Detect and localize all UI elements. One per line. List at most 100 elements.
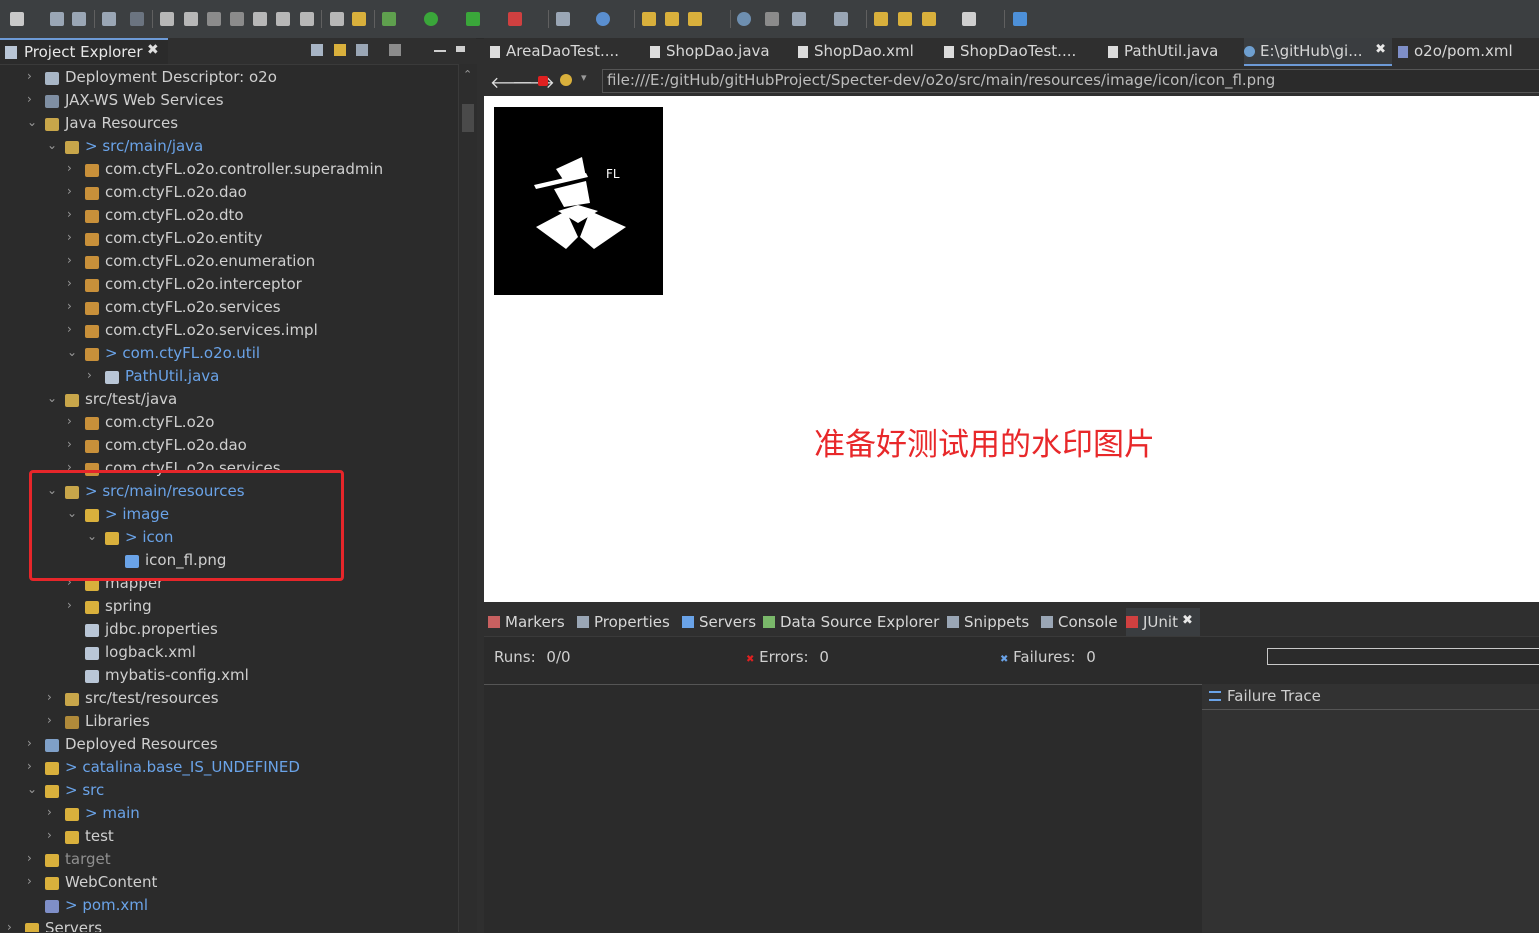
tree-item[interactable]: › com.ctyFL.o2o.interceptor [0, 274, 458, 297]
chevron-right-icon[interactable]: › [47, 828, 59, 842]
chevron-right-icon[interactable]: › [7, 920, 19, 932]
tree-item[interactable]: › Deployed Resources [0, 734, 458, 757]
tree-item[interactable]: ⌄ > src [0, 780, 458, 803]
gear-icon[interactable] [765, 12, 779, 26]
chevron-right-icon[interactable]: › [67, 598, 79, 612]
tree-item[interactable]: › spring [0, 596, 458, 619]
chevron-right-icon[interactable]: › [67, 161, 79, 175]
close-icon[interactable]: ✖ [1375, 42, 1386, 57]
chevron-right-icon[interactable]: › [67, 253, 79, 267]
disconnect-icon[interactable] [230, 12, 244, 26]
bottom-tab[interactable]: Markers [488, 608, 572, 636]
new-web-service-icon[interactable] [596, 12, 610, 26]
tree-item[interactable]: › > main [0, 803, 458, 826]
bottom-tab[interactable]: Data Source Explorer [763, 608, 943, 636]
url-input[interactable]: file:///E:/gitHub/gitHubProject/Specter-… [602, 69, 1539, 93]
tree-item[interactable]: ⌄ > com.ctyFL.o2o.util [0, 343, 458, 366]
resume-icon[interactable] [160, 12, 174, 26]
chevron-right-icon[interactable]: › [47, 713, 59, 727]
next-annotation-icon[interactable] [898, 12, 912, 26]
bottom-tab[interactable]: Servers [682, 608, 758, 636]
tree-item[interactable]: › WebContent [0, 872, 458, 895]
editor-tab[interactable]: ShopDao.java [650, 38, 790, 66]
project-explorer-tab[interactable]: Project Explorer ✖ [0, 38, 168, 64]
tree-item[interactable]: › Deployment Descriptor: o2o [0, 67, 458, 90]
prev-annotation-icon[interactable] [874, 12, 888, 26]
tree-item[interactable]: › com.ctyFL.o2o.services [0, 297, 458, 320]
annotation-icon[interactable] [792, 12, 806, 26]
tree-scrollbar[interactable]: ⌃ [458, 64, 477, 932]
link-with-editor-icon[interactable] [334, 44, 346, 56]
skip-breakpoints-icon[interactable] [130, 12, 144, 26]
bottom-tab[interactable]: Properties [577, 608, 677, 636]
chevron-right-icon[interactable]: › [27, 736, 39, 750]
tree-item[interactable]: logback.xml [0, 642, 458, 665]
tree-item[interactable]: jdbc.properties [0, 619, 458, 642]
chevron-right-icon[interactable]: › [47, 690, 59, 704]
chevron-right-icon[interactable]: › [27, 92, 39, 106]
tree-item[interactable]: › com.ctyFL.o2o.services.impl [0, 320, 458, 343]
pin-editor-icon[interactable] [834, 12, 848, 26]
chevron-right-icon[interactable]: › [67, 207, 79, 221]
chevron-down-icon[interactable]: ⌄ [47, 391, 59, 405]
forward-icon[interactable] [962, 12, 976, 26]
chevron-right-icon[interactable]: › [67, 184, 79, 198]
chevron-right-icon[interactable]: › [47, 805, 59, 819]
tree-item[interactable]: › com.ctyFL.o2o [0, 412, 458, 435]
chevron-right-icon[interactable]: › [27, 851, 39, 865]
tree-item[interactable]: ⌄ src/test/java [0, 389, 458, 412]
refresh-icon[interactable] [560, 74, 572, 86]
test-run-list[interactable] [484, 684, 1202, 933]
tree-item[interactable]: › com.ctyFL.o2o.enumeration [0, 251, 458, 274]
close-icon[interactable]: ✖ [1182, 613, 1193, 628]
step-return-icon[interactable] [300, 12, 314, 26]
tree-item[interactable]: ⌄ > src/main/java [0, 136, 458, 159]
chevron-right-icon[interactable]: › [27, 69, 39, 83]
back-icon[interactable] [922, 12, 936, 26]
open-perspective-icon[interactable] [1013, 12, 1027, 26]
chevron-right-icon[interactable]: › [67, 299, 79, 313]
tree-item[interactable]: > pom.xml [0, 895, 458, 918]
tree-item[interactable]: › > catalina.base_IS_UNDEFINED [0, 757, 458, 780]
chevron-down-icon[interactable]: ⌄ [67, 345, 79, 359]
chevron-down-icon[interactable]: ⌄ [27, 782, 39, 796]
chevron-down-icon[interactable]: ⌄ [47, 138, 59, 152]
tree-item[interactable]: › com.ctyFL.o2o.entity [0, 228, 458, 251]
tree-item[interactable]: › com.ctyFL.o2o.dao [0, 435, 458, 458]
editor-tab[interactable]: PathUtil.java [1108, 38, 1236, 66]
editor-tab[interactable]: E:\gitHub\gi... ✖ [1244, 38, 1392, 66]
bottom-tab[interactable]: JUnit ✖ [1126, 608, 1200, 636]
terminal-icon[interactable] [102, 12, 116, 26]
chevron-down-icon[interactable]: ▾ [581, 71, 587, 84]
scrollbar-thumb[interactable] [462, 104, 474, 132]
step-into-icon[interactable] [253, 12, 267, 26]
drop-to-frame-icon[interactable] [330, 12, 344, 26]
editor-tab[interactable]: ShopDaoTest.... [944, 38, 1100, 66]
use-step-filters-icon[interactable] [352, 12, 366, 26]
stop-icon[interactable] [538, 76, 548, 86]
run-icon[interactable] [424, 12, 438, 26]
close-icon[interactable]: ✖ [147, 42, 159, 58]
tree-item[interactable]: › target [0, 849, 458, 872]
chevron-right-icon[interactable]: › [67, 437, 79, 451]
bottom-tab[interactable]: Snippets [947, 608, 1037, 636]
tree-item[interactable]: › Servers [0, 918, 458, 932]
tree-item[interactable]: › src/test/resources [0, 688, 458, 711]
external-tools-icon[interactable] [508, 12, 522, 26]
run-server-icon[interactable] [466, 12, 480, 26]
scroll-up-icon[interactable]: ⌃ [463, 68, 472, 81]
tree-item[interactable]: › com.ctyFL.o2o.dao [0, 182, 458, 205]
tree-item[interactable]: › test [0, 826, 458, 849]
open-resource-icon[interactable] [665, 12, 679, 26]
tree-item[interactable]: › PathUtil.java [0, 366, 458, 389]
chevron-right-icon[interactable]: › [67, 230, 79, 244]
chevron-right-icon[interactable]: › [67, 322, 79, 336]
bottom-tab[interactable]: Console [1041, 608, 1121, 636]
tree-item[interactable]: › Libraries [0, 711, 458, 734]
web-browser-icon[interactable] [737, 12, 751, 26]
tree-item[interactable]: › com.ctyFL.o2o.dto [0, 205, 458, 228]
editor-tab[interactable]: o2o/pom.xml [1398, 38, 1536, 66]
debug-icon[interactable] [382, 12, 396, 26]
chevron-right-icon[interactable]: › [27, 874, 39, 888]
suspend-icon[interactable] [184, 12, 198, 26]
